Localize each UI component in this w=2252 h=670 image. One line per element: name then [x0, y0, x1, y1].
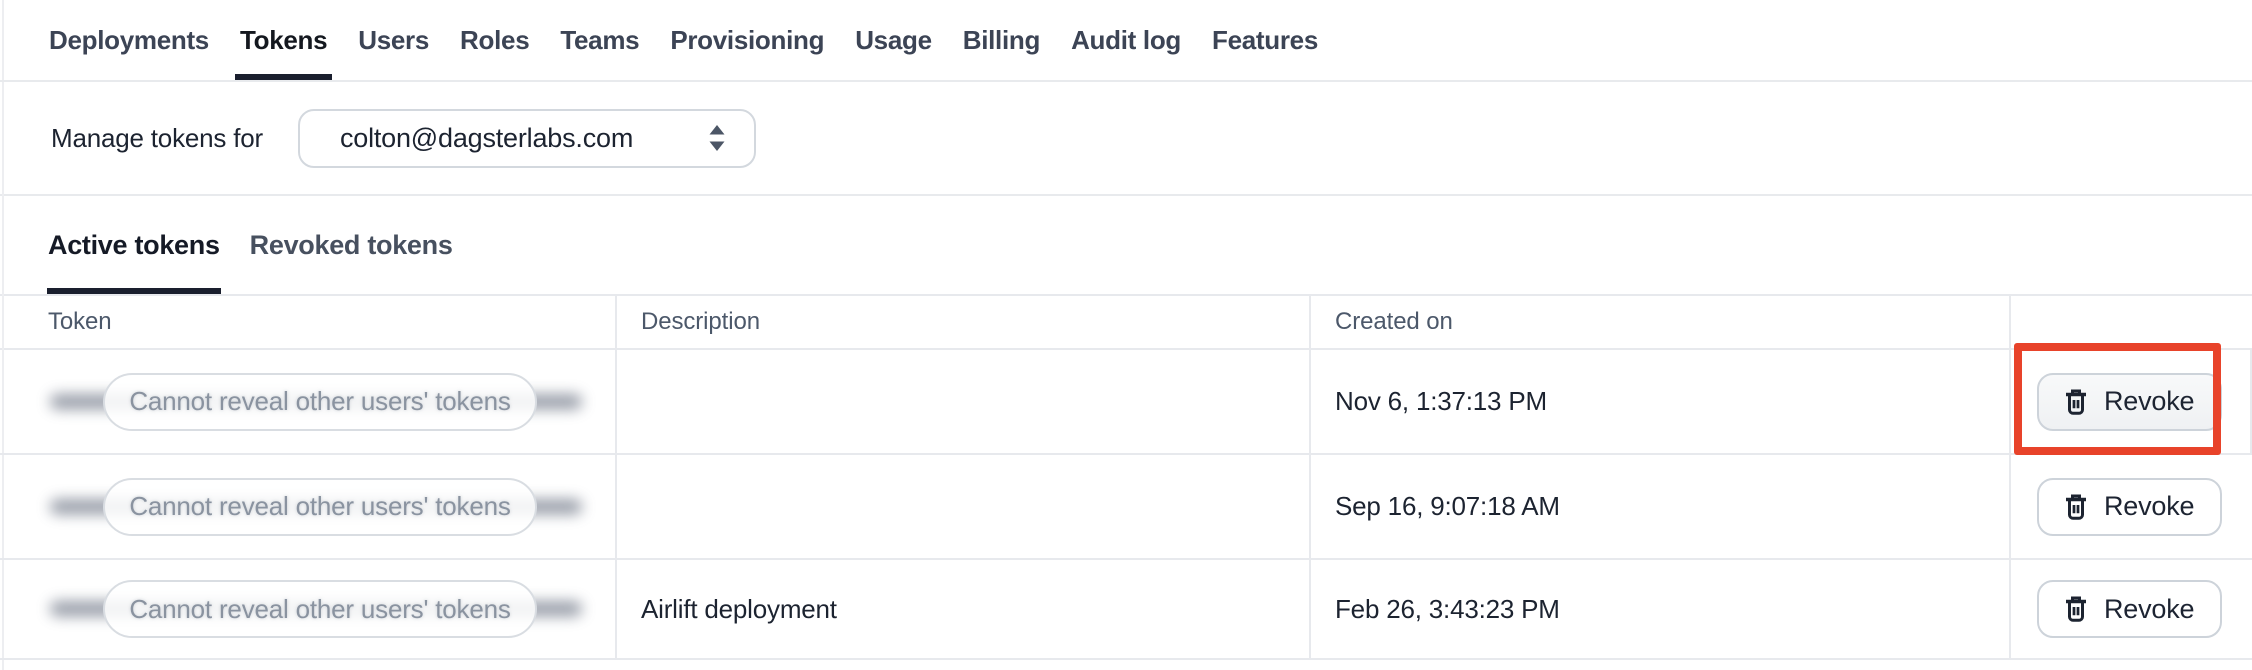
table-row: Cannot reveal other users' tokens Nov 6,… — [0, 343, 2252, 455]
header-created-on: Created on — [1311, 296, 2011, 348]
tab-audit-log[interactable]: Audit log — [1071, 0, 1181, 80]
action-cell: Revoke — [2011, 455, 2252, 558]
description-cell — [617, 455, 1311, 558]
tab-provisioning[interactable]: Provisioning — [670, 0, 824, 80]
trash-icon — [2066, 494, 2086, 520]
action-cell: Revoke — [2011, 350, 2252, 453]
tab-teams[interactable]: Teams — [560, 0, 639, 80]
token-hidden-pill: Cannot reveal other users' tokens — [103, 580, 537, 638]
header-description: Description — [617, 296, 1311, 348]
table-row: Cannot reveal other users' tokens Airlif… — [0, 560, 2252, 660]
token-hidden-pill: Cannot reveal other users' tokens — [103, 372, 537, 431]
description-cell — [617, 350, 1311, 453]
description-cell: Airlift deployment — [617, 560, 1311, 658]
created-on-cell: Feb 26, 3:43:23 PM — [1311, 560, 2011, 658]
table-row: Cannot reveal other users' tokens Sep 16… — [0, 455, 2252, 560]
revoke-button[interactable]: Revoke — [2037, 372, 2223, 431]
tab-revoked-tokens[interactable]: Revoked tokens — [250, 196, 453, 294]
trash-icon — [2066, 596, 2086, 622]
action-cell: Revoke — [2011, 560, 2252, 658]
header-actions — [2011, 296, 2252, 348]
tokens-table-header: Token Description Created on — [0, 296, 2252, 350]
tab-usage[interactable]: Usage — [855, 0, 932, 80]
tokens-settings-page: Deployments Tokens Users Roles Teams Pro… — [0, 0, 2252, 670]
blurred-token: Cannot reveal other users' tokens — [48, 477, 588, 537]
token-state-tabs: Active tokens Revoked tokens — [0, 196, 2252, 296]
tab-active-tokens[interactable]: Active tokens — [47, 196, 221, 294]
token-cell: Cannot reveal other users' tokens — [0, 350, 617, 453]
tab-users[interactable]: Users — [358, 0, 429, 80]
created-on-cell: Sep 16, 9:07:18 AM — [1311, 455, 2011, 558]
user-select-value: colton@dagsterlabs.com — [339, 122, 634, 153]
revoke-button-label: Revoke — [2104, 593, 2195, 624]
token-cell: Cannot reveal other users' tokens — [0, 455, 617, 558]
blurred-token: Cannot reveal other users' tokens — [48, 579, 588, 639]
tab-deployments[interactable]: Deployments — [49, 0, 209, 80]
manage-tokens-row: Manage tokens for colton@dagsterlabs.com — [0, 82, 2252, 196]
revoke-button-label: Revoke — [2104, 491, 2195, 521]
created-on-cell: Nov 6, 1:37:13 PM — [1311, 350, 2011, 453]
tab-features[interactable]: Features — [1212, 0, 1318, 80]
manage-tokens-label: Manage tokens for — [51, 122, 263, 153]
double-caret-vertical-icon — [709, 125, 725, 151]
settings-tab-bar: Deployments Tokens Users Roles Teams Pro… — [0, 0, 2252, 82]
tab-billing[interactable]: Billing — [963, 0, 1041, 80]
revoke-button-label: Revoke — [2104, 386, 2195, 416]
header-token: Token — [0, 296, 617, 348]
user-select[interactable]: colton@dagsterlabs.com — [297, 108, 756, 168]
token-cell: Cannot reveal other users' tokens — [0, 560, 617, 658]
revoke-button[interactable]: Revoke — [2037, 477, 2223, 536]
token-hidden-pill: Cannot reveal other users' tokens — [103, 477, 537, 536]
tab-roles[interactable]: Roles — [460, 0, 530, 80]
blurred-token: Cannot reveal other users' tokens — [48, 372, 588, 432]
tab-tokens[interactable]: Tokens — [234, 0, 333, 80]
revoke-button[interactable]: Revoke — [2037, 580, 2223, 638]
trash-icon — [2066, 389, 2086, 415]
